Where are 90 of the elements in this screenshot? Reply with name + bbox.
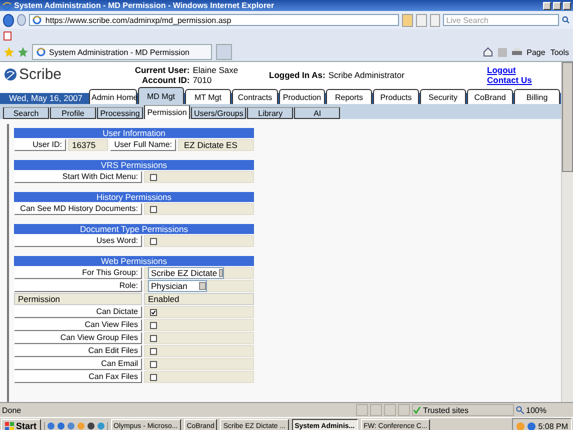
section-header: Document Type Permissions (14, 224, 254, 234)
close-button[interactable] (563, 2, 571, 10)
field-value: EZ Dictate ES (178, 139, 254, 151)
logo-text: Scribe (19, 66, 62, 83)
checkbox[interactable] (150, 206, 157, 212)
scrollbar[interactable] (561, 62, 573, 402)
sub-tab[interactable]: Users/Groups (191, 107, 246, 119)
windows-logo-icon (5, 422, 14, 430)
section-header: User Information (14, 128, 254, 138)
permission-label: Can Edit Files (14, 345, 142, 357)
permission-label: Can Fax Files (14, 371, 142, 383)
magnifier-icon (516, 406, 524, 414)
permission-label: Can Dictate (14, 306, 142, 318)
printer-icon[interactable] (512, 48, 522, 56)
security-zone: Trusted sites (412, 404, 514, 416)
address-field[interactable]: https://www.scribe.com/adminxp/md_permission.asp (29, 14, 400, 26)
window-title: System Administration - MD Permission - Windows Internet Explorer (14, 1, 276, 10)
checkbox[interactable] (150, 360, 157, 368)
checkbox[interactable] (150, 174, 157, 180)
nav-tab[interactable]: Security (420, 89, 466, 104)
nav-tab[interactable]: Contracts (232, 89, 278, 104)
field-label: User ID: (14, 139, 66, 151)
start-button[interactable]: Start (1, 419, 41, 430)
permission-label: Uses Word: (14, 235, 142, 247)
nav-tab[interactable]: MD Mgt (138, 87, 184, 104)
status-pane (384, 404, 396, 416)
sub-tab[interactable]: Processing (97, 107, 143, 119)
check-icon (413, 406, 421, 414)
clock: 5:08 PM (538, 422, 568, 430)
checkbox[interactable] (150, 322, 157, 328)
checkbox[interactable] (150, 348, 157, 354)
status-text: Done (2, 406, 22, 414)
section-header: History Permissions (14, 192, 254, 202)
page-icon (36, 47, 46, 57)
field-label: User Full Name: (110, 139, 176, 151)
checkbox[interactable] (150, 238, 157, 244)
field-value: 16375 (68, 139, 108, 151)
status-pane (356, 404, 368, 416)
home-icon[interactable] (482, 47, 493, 57)
permission-label: Start With Dict Menu: (14, 171, 142, 183)
checkbox[interactable] (150, 374, 157, 380)
maximize-button[interactable] (553, 2, 561, 10)
tools-menu[interactable]: Tools (550, 48, 569, 56)
logo-icon (4, 68, 17, 81)
star-icon[interactable] (4, 47, 14, 57)
status-pane (398, 404, 410, 416)
field-label: Role: (14, 280, 142, 292)
nav-tab[interactable]: Production (279, 89, 325, 104)
sub-tab[interactable]: Profile (50, 107, 96, 119)
field-label: Account ID: (141, 74, 190, 84)
dropdown[interactable]: Physician (148, 280, 207, 292)
column-header: Enabled (144, 293, 254, 305)
header-link[interactable]: Logout (487, 64, 557, 74)
permission-label: Can View Group Files (14, 332, 142, 344)
search-icon[interactable] (562, 15, 570, 25)
page-icon (32, 15, 42, 25)
sub-tab[interactable]: AI (294, 107, 340, 119)
nav-tab[interactable]: Products (373, 89, 419, 104)
field-label: For This Group: (14, 267, 142, 279)
back-button[interactable] (3, 14, 14, 26)
search-field[interactable]: Live Search (443, 14, 560, 26)
nav-tab[interactable]: CoBrand (467, 89, 513, 104)
browser-logo-icon (2, 0, 12, 10)
field-value: Scribe Administrator (328, 70, 404, 80)
section-header: VRS Permissions (14, 160, 254, 170)
page-menu[interactable]: Page (526, 48, 546, 56)
header-link[interactable]: Contact Us (487, 74, 557, 84)
section-header: Web Permissions (14, 256, 254, 266)
field-value: 7010 (192, 74, 213, 84)
browser-tab[interactable]: System Administration - MD Permission (32, 44, 212, 60)
nav-tab[interactable]: Billing (514, 89, 560, 104)
dropdown[interactable]: Scribe EZ Dictate (148, 267, 224, 279)
nav-tab[interactable]: Reports (326, 89, 372, 104)
document-icon[interactable] (3, 31, 12, 41)
field-label: Current User: (134, 64, 190, 74)
sub-tab[interactable]: Permission (144, 105, 190, 119)
minimize-button[interactable] (543, 2, 551, 10)
sub-tab[interactable]: Search (3, 107, 49, 119)
permission-label: Can See MD History Documents: (14, 203, 142, 215)
checkbox[interactable] (150, 334, 157, 342)
sub-tab[interactable]: Library (247, 107, 294, 119)
checkbox[interactable] (150, 308, 157, 316)
permission-label: Can Email (14, 358, 142, 370)
column-header: Permission (14, 293, 142, 305)
zoom-control[interactable]: 100% (516, 406, 571, 414)
field-label: Logged In As: (269, 70, 326, 80)
permission-label: Can View Files (14, 319, 142, 331)
status-pane (370, 404, 382, 416)
nav-tab[interactable]: MT Mgt (185, 89, 231, 104)
field-value: Elaine Saxe (192, 64, 240, 74)
